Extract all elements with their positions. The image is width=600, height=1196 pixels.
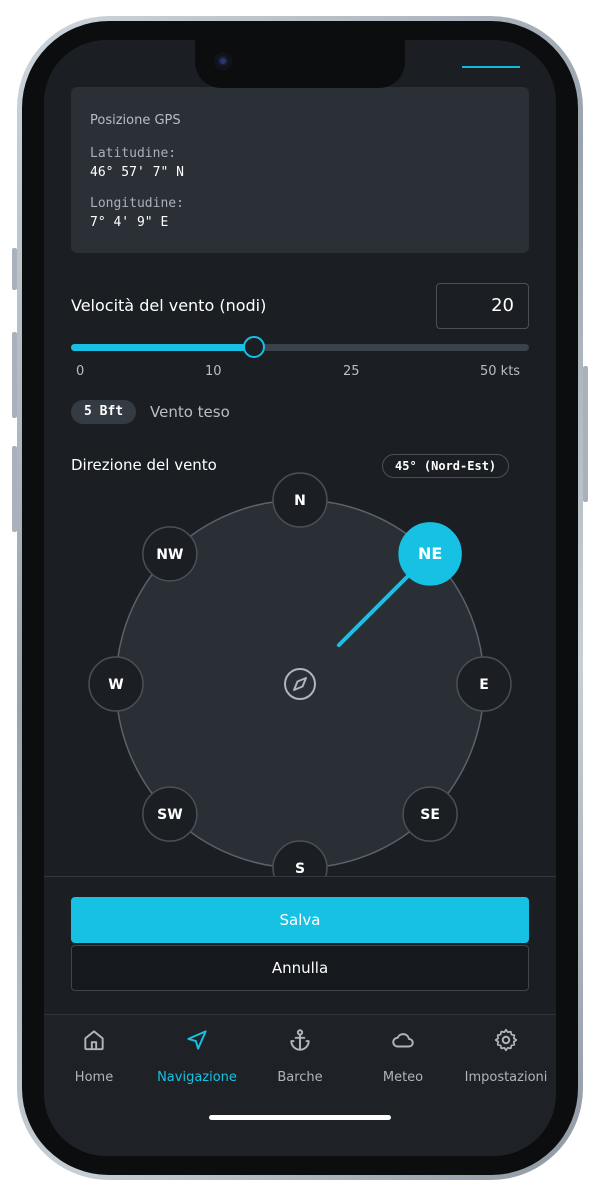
compass-point-e[interactable]: E: [456, 656, 512, 712]
compass-center-mask: [267, 651, 333, 717]
compass-point-label: SW: [157, 807, 183, 823]
compass-point-label: SE: [420, 807, 440, 823]
compass-point-label: N: [294, 493, 306, 509]
tab-barche-label: Barche: [277, 1070, 323, 1085]
app-screen: Posizione GPS Latitudine: 46° 57' 7" N L…: [44, 40, 556, 1156]
navigation-arrow-icon: [187, 1030, 207, 1050]
home-icon: [84, 1030, 104, 1051]
compass-point-label: E: [479, 677, 489, 693]
compass-point-sw[interactable]: SW: [142, 786, 198, 842]
compass-point-label: W: [108, 677, 123, 693]
tab-meteo-label: Meteo: [382, 1070, 424, 1085]
tab-impostazioni-label: Impostazioni: [464, 1070, 548, 1085]
volume-down-button: [12, 446, 17, 532]
power-button: [583, 366, 588, 502]
cloud-icon: [392, 1033, 414, 1048]
tab-meteo[interactable]: Meteo: [351, 1027, 455, 1085]
compass-point-label: NW: [156, 547, 183, 563]
tab-home[interactable]: Home: [44, 1027, 146, 1085]
home-indicator[interactable]: [209, 1115, 391, 1120]
save-button[interactable]: Salva: [71, 897, 529, 943]
compass-point-ne[interactable]: NE: [398, 522, 462, 586]
tab-bar: Home Navigazione Barche Meteo Impostazio…: [44, 1014, 556, 1156]
anchor-icon: [290, 1029, 310, 1051]
silent-switch: [12, 248, 17, 290]
wind-compass[interactable]: N NE E SE S SW W NW: [44, 40, 556, 876]
compass-point-w[interactable]: W: [88, 656, 144, 712]
tab-navigazione[interactable]: Navigazione: [145, 1027, 249, 1085]
form-actions: Salva Annulla: [44, 876, 556, 1014]
compass-point-nw[interactable]: NW: [142, 526, 198, 582]
compass-point-label: S: [295, 861, 305, 876]
compass-point-se[interactable]: SE: [402, 786, 458, 842]
volume-up-button: [12, 332, 17, 418]
tab-home-label: Home: [74, 1070, 114, 1085]
tab-barche[interactable]: Barche: [248, 1027, 352, 1085]
tab-navigazione-label: Navigazione: [157, 1070, 237, 1085]
compass-point-label: NE: [418, 544, 442, 563]
tab-impostazioni[interactable]: Impostazioni: [454, 1027, 556, 1085]
front-camera: [214, 52, 232, 70]
cancel-button[interactable]: Annulla: [71, 945, 529, 991]
compass-point-n[interactable]: N: [272, 472, 328, 528]
gear-icon: [494, 1028, 518, 1052]
